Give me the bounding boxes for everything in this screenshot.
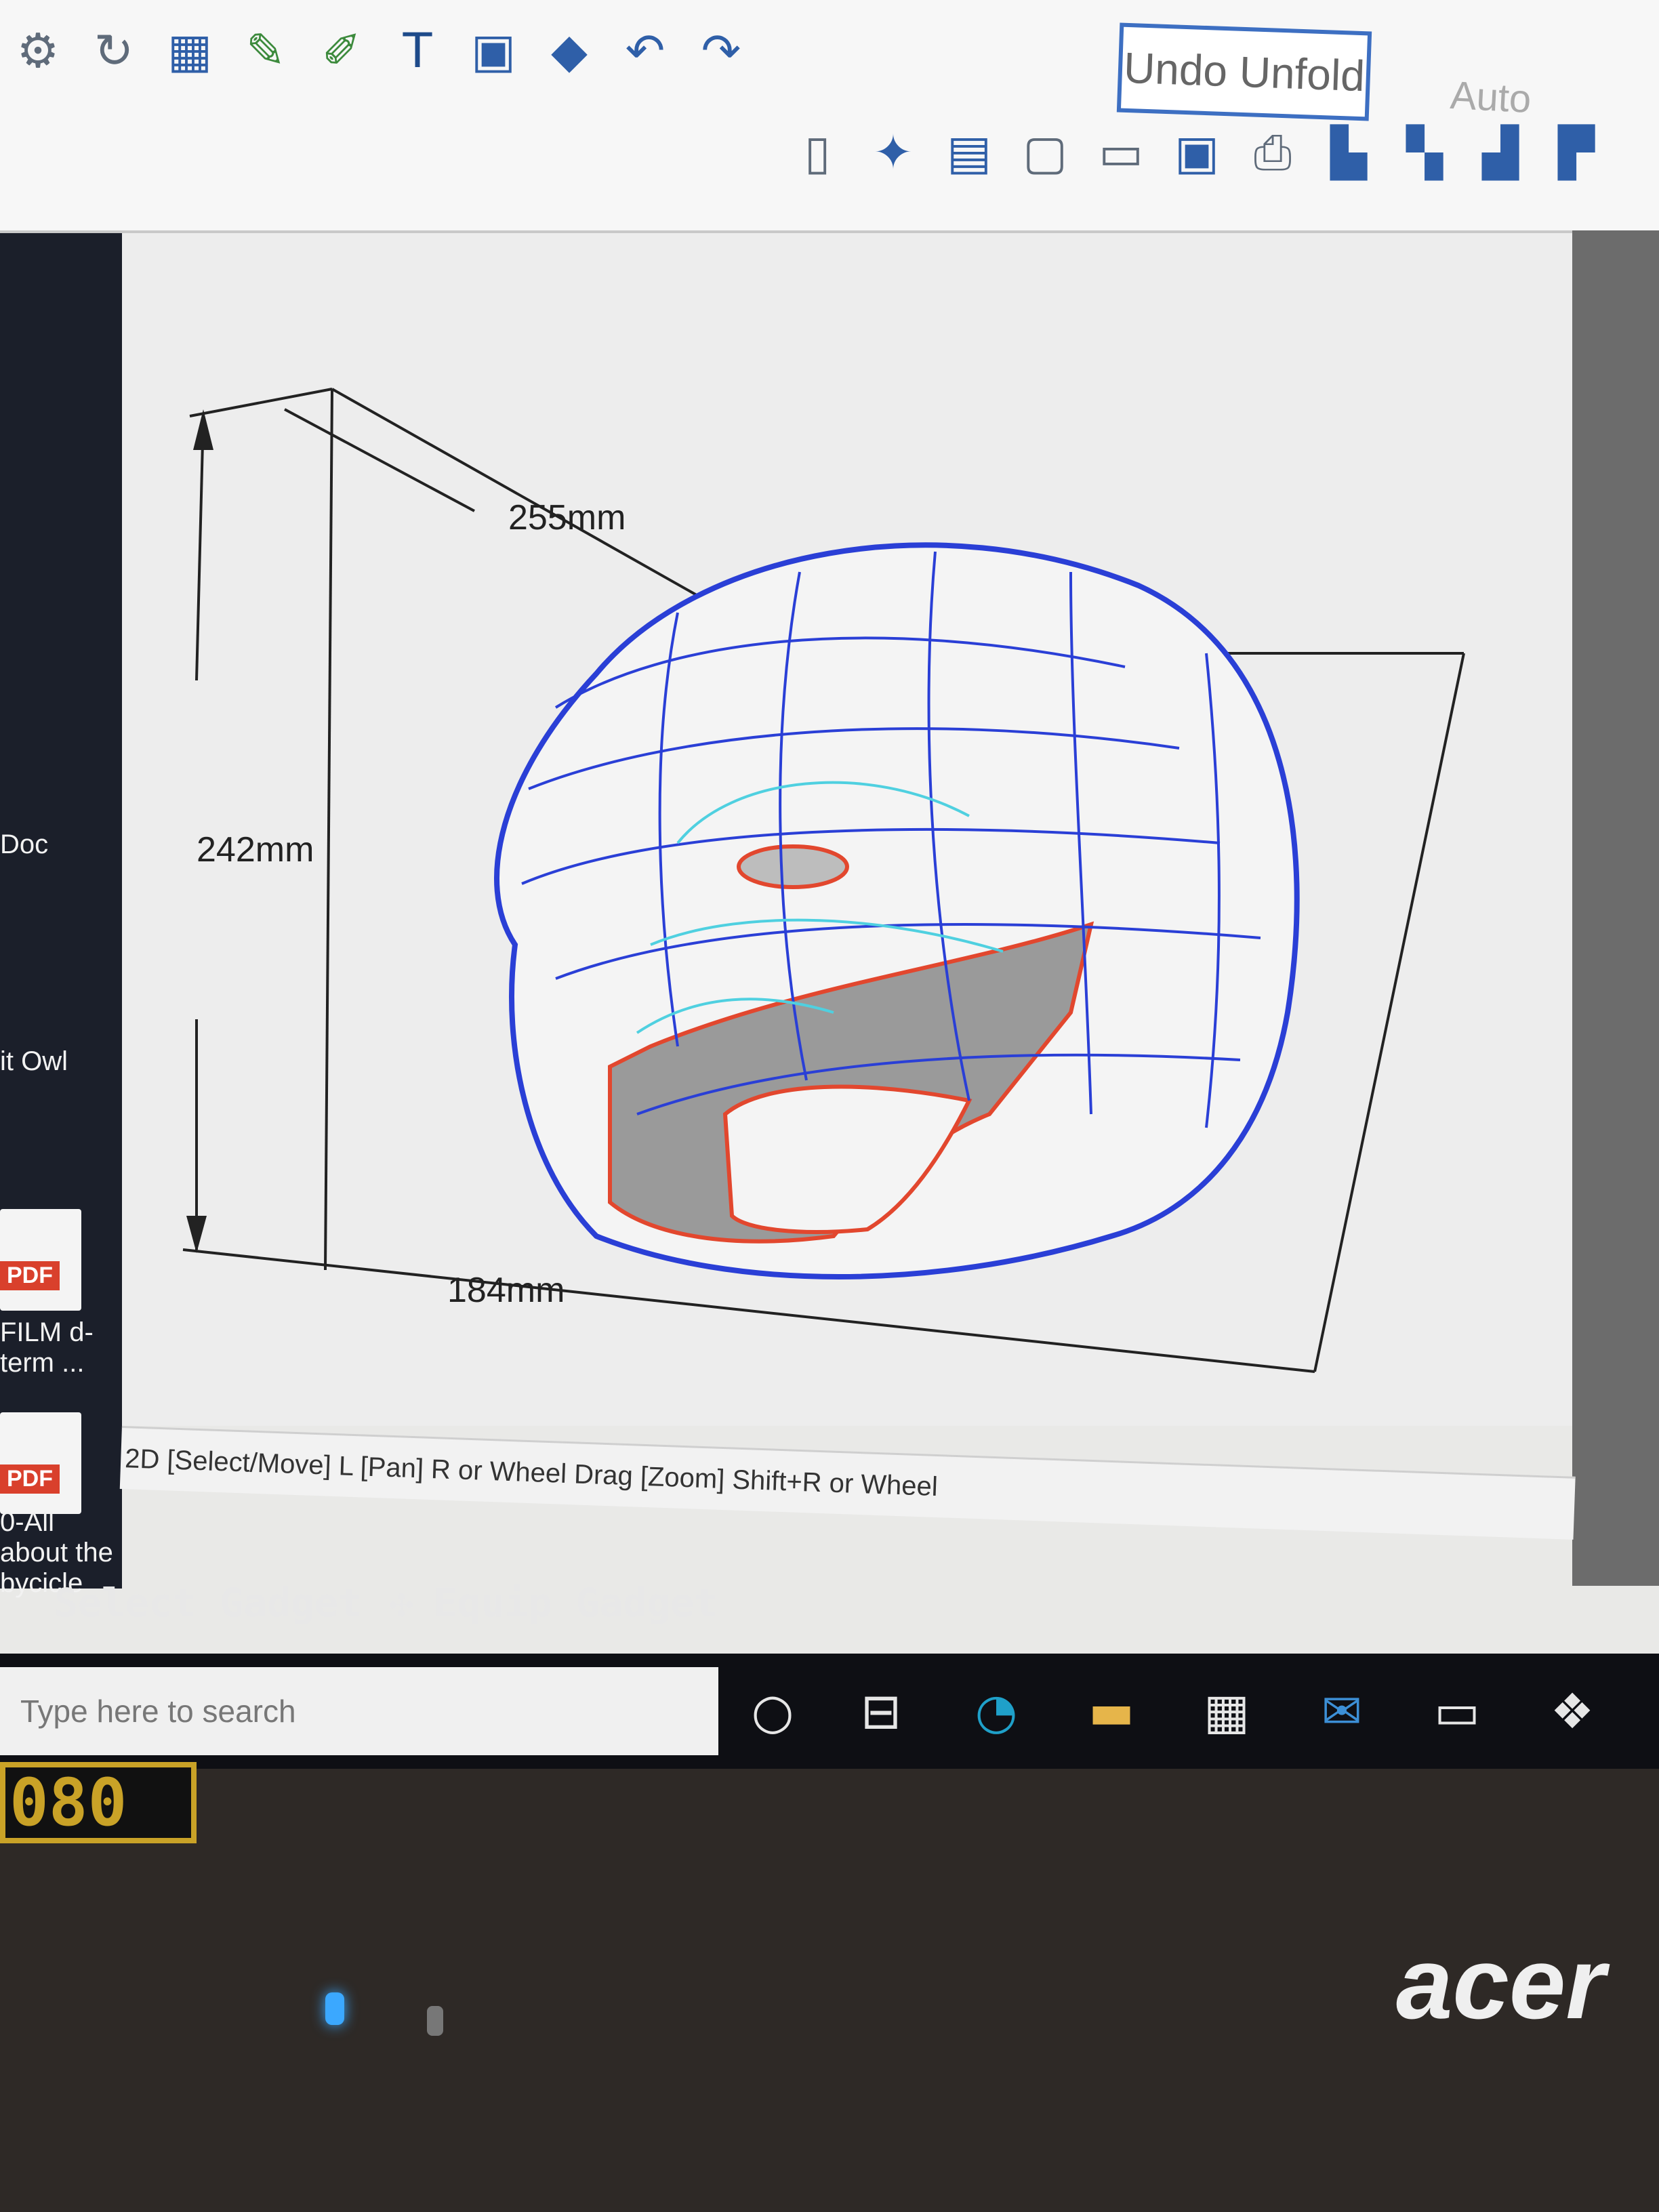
right-scroll-strip[interactable] [1572, 230, 1659, 1586]
grid-select-icon[interactable]: ▦ [159, 20, 221, 82]
taskbar-search-input[interactable]: Type here to search [0, 1667, 718, 1755]
page-icon[interactable]: ▢ [1014, 121, 1076, 184]
taskbar: Type here to search ○ ⊟ ◔ ▬ ▦ ✉ ▭ ❖ [0, 1654, 1659, 1769]
redo-icon[interactable]: ↷ [690, 20, 752, 82]
page-object-icon[interactable]: ▣ [1166, 121, 1228, 184]
align-center-icon[interactable]: ▚ [1393, 121, 1456, 184]
align-left-icon[interactable]: ▙ [1317, 121, 1380, 184]
print-icon[interactable]: ⎙ [1242, 121, 1304, 184]
search-placeholder: Type here to search [20, 1694, 296, 1729]
gadget-icon: ✣ [388, 1579, 414, 1626]
toolbar-row-bottom: ▯ ✦ ▤ ▢ ▭ ▣ ⎙ ▙ ▚ ▟ ▛ [779, 102, 1659, 203]
brand-logo: acer [1396, 1926, 1605, 2040]
page-export-icon[interactable]: ▭ [1090, 121, 1152, 184]
undo-icon[interactable]: ↶ [614, 20, 676, 82]
pdf-file-icon[interactable]: PDF [0, 1209, 81, 1311]
dimension-depth-label: 184mm [447, 1271, 565, 1310]
select-gadget-label: Select Gadget [54, 1580, 362, 1626]
dimension-height-label: 242mm [197, 830, 314, 869]
desktop-item-label: FILM d-term ... [0, 1317, 94, 1378]
store-icon[interactable]: ▦ [1193, 1681, 1261, 1742]
status-led-icon [427, 2006, 443, 2036]
refresh-badge: 080 [0, 1762, 197, 1843]
toolbar: ⚙ ↻ ▦ ✎ ✐ T ▣ ◆ ↶ ↷ Undo Unfold Auto ▯ ✦… [0, 0, 1659, 233]
pdf-file-icon[interactable]: PDF [0, 1412, 81, 1514]
status-bar: 2D [Select/Move] L [Pan] R or Wheel Drag… [119, 1426, 1576, 1540]
dim-width-arrow [284, 408, 475, 512]
desktop-icons-strip: Doc it Owl PDF FILM d-term ... PDF 0-All… [0, 233, 122, 1598]
text-icon[interactable]: T [386, 20, 449, 82]
bbox-front-edge [324, 388, 333, 1271]
desktop-item-film[interactable]: FILM d-term ... [0, 1317, 122, 1378]
rotate-icon[interactable]: ↻ [83, 20, 145, 82]
layout-icon[interactable]: ▤ [938, 121, 1000, 184]
align-right-icon[interactable]: ▟ [1469, 121, 1532, 184]
mail-icon[interactable]: ✉ [1308, 1681, 1376, 1742]
dropbox-icon[interactable]: ❖ [1538, 1681, 1606, 1742]
power-led-icon [325, 1992, 344, 2025]
pointer-icon[interactable]: ⚙ [7, 20, 69, 82]
desktop-item-label: it Owl [0, 1046, 68, 1076]
unfold-icon[interactable]: ✦ [862, 121, 924, 184]
pdf-tag: PDF [0, 1465, 60, 1494]
desktop-item-label: Doc [0, 830, 49, 859]
gadget-overlay: Select Gadget ✣ Equip Gadget [0, 1559, 1659, 1647]
dimension-width-label: 255mm [508, 498, 626, 537]
book-icon[interactable]: ▯ [786, 121, 848, 184]
equip-gadget-label: Equip Gadget [434, 1580, 718, 1626]
bbox-back-side [1313, 653, 1465, 1372]
task-view-icon[interactable]: ⊟ [847, 1681, 915, 1742]
helmet-mesh [494, 542, 1300, 1279]
image-icon[interactable]: ▣ [462, 20, 525, 82]
pencil-icon[interactable]: ✎ [234, 20, 297, 82]
pdf-tag: PDF [0, 1261, 60, 1290]
cube-icon[interactable]: ◆ [538, 20, 600, 82]
3d-view-canvas[interactable]: 255mm 242mm 184mm [122, 233, 1572, 1426]
bbox-top-edge [189, 388, 333, 417]
edge-icon[interactable]: ◔ [962, 1681, 1030, 1742]
status-bar-text: 2D [Select/Move] L [Pan] R or Wheel Drag… [124, 1443, 939, 1502]
pencil-edit-icon[interactable]: ✐ [310, 20, 373, 82]
toolbar-row-top: ⚙ ↻ ▦ ✎ ✐ T ▣ ◆ ↶ ↷ [0, 0, 1152, 102]
file-explorer-icon[interactable]: ▬ [1078, 1681, 1145, 1742]
amazon-icon[interactable]: ▭ [1423, 1681, 1491, 1742]
model-preview [182, 388, 1465, 1373]
cortana-icon[interactable]: ○ [739, 1681, 806, 1742]
desktop-item-doc[interactable]: Doc [0, 830, 122, 860]
align-top-icon[interactable]: ▛ [1545, 121, 1607, 184]
arrowhead-bottom [186, 1216, 207, 1253]
desktop-item-owl[interactable]: it Owl [0, 1046, 122, 1077]
dim-height-arrow-top [195, 415, 205, 681]
